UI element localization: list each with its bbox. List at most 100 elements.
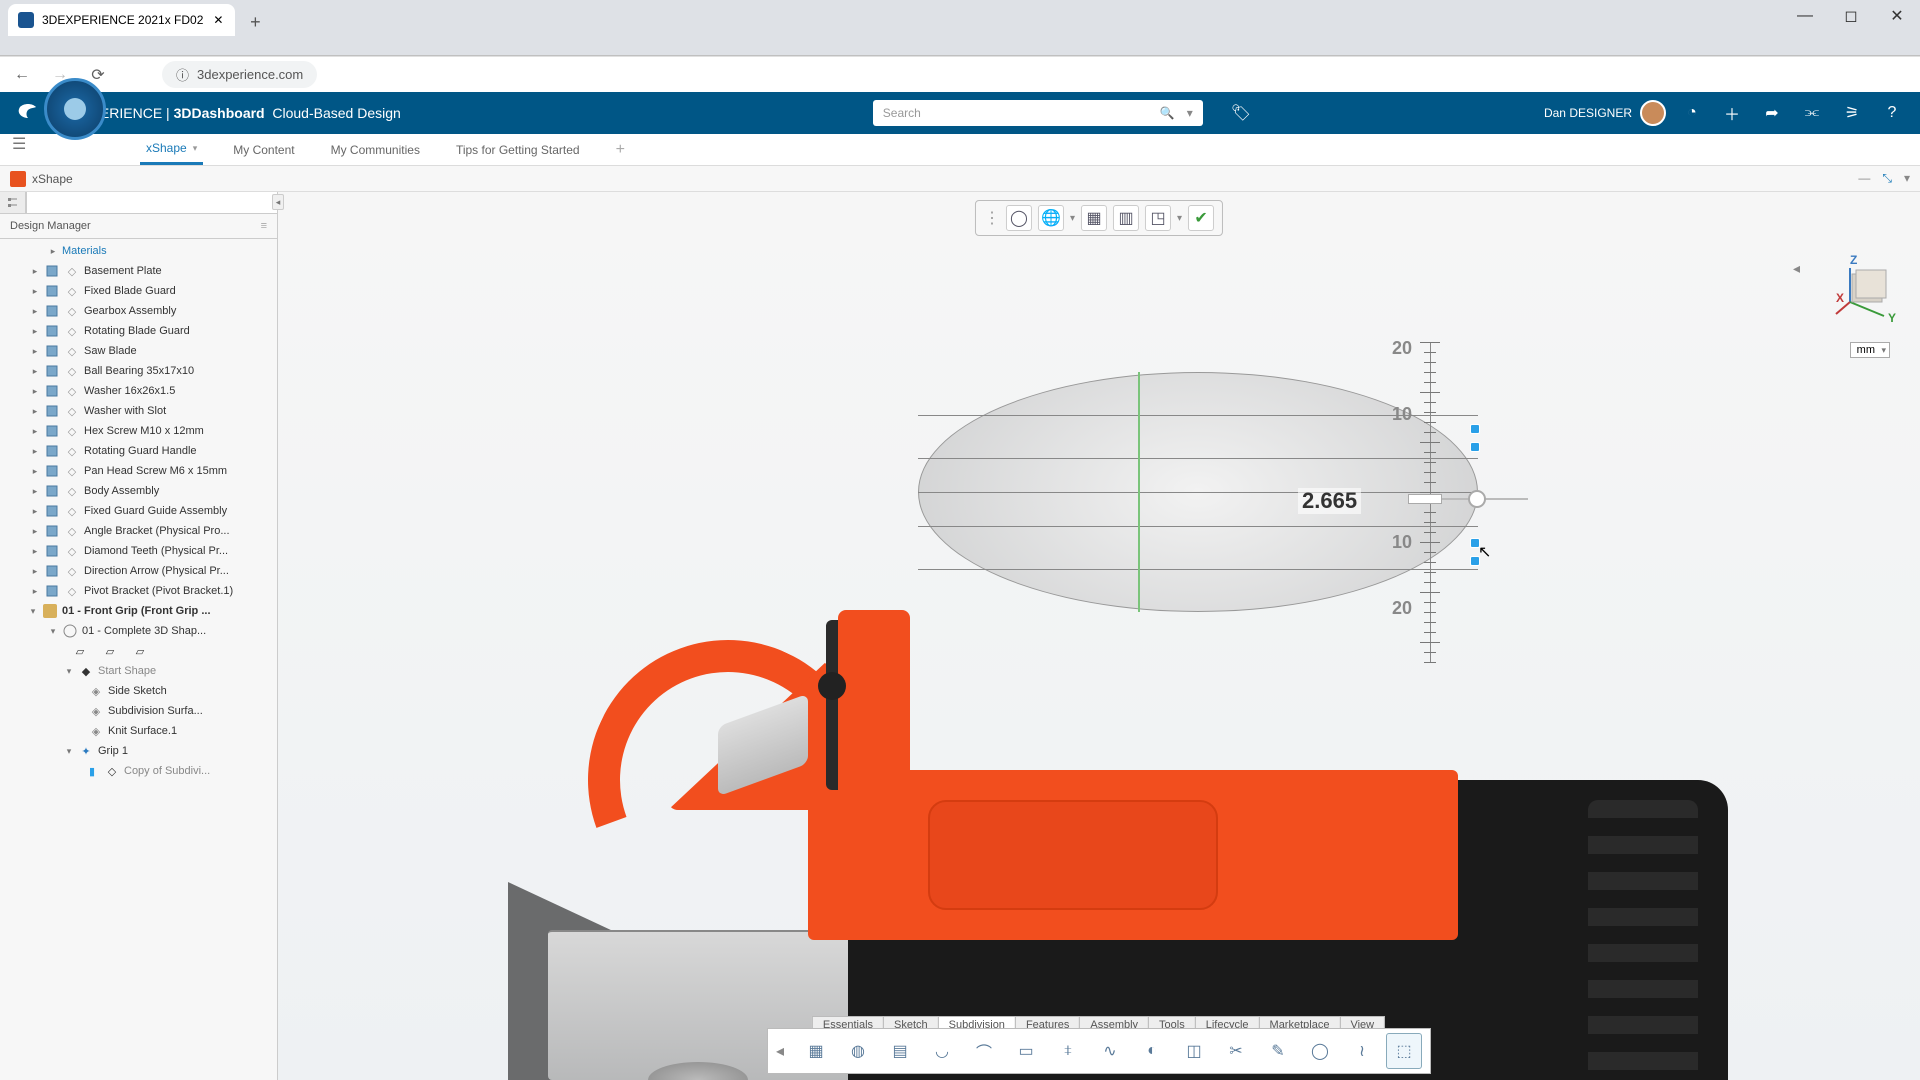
notification-icon[interactable]: ◔ xyxy=(1678,99,1706,127)
tree-filter-input[interactable] xyxy=(26,192,277,213)
expand-icon[interactable]: ▸ xyxy=(30,506,40,517)
menu-icon[interactable]: ☰ xyxy=(12,134,26,154)
tree-item[interactable]: Copy of Subdivi... xyxy=(124,765,210,777)
edit-point[interactable] xyxy=(1470,442,1480,452)
widget-minimize-icon[interactable]: — xyxy=(1858,171,1870,186)
window-close-icon[interactable]: ✕ xyxy=(1874,0,1920,32)
expand-icon[interactable]: ▸ xyxy=(30,386,40,397)
tool-primitive-box-icon[interactable]: ▦ xyxy=(798,1033,834,1069)
tree-item[interactable]: Pan Head Screw M6 x 15mm xyxy=(84,465,227,477)
search-dropdown-icon[interactable]: ▾ xyxy=(1187,106,1193,120)
compass-icon[interactable] xyxy=(44,78,106,140)
new-tab-button[interactable]: + xyxy=(241,8,269,36)
feature-tree[interactable]: ▸ Materials ▸◇Basement Plate▸◇Fixed Blad… xyxy=(0,239,277,1080)
expand-icon[interactable]: ▾ xyxy=(64,666,74,677)
tree-item[interactable]: Rotating Blade Guard xyxy=(84,325,190,337)
tree-item[interactable]: Pivot Bracket (Pivot Bracket.1) xyxy=(84,585,233,597)
add-tab-button[interactable]: + xyxy=(610,134,631,165)
tool-primitive-cyl-icon[interactable]: ◍ xyxy=(840,1033,876,1069)
tree-item[interactable]: Ball Bearing 35x17x10 xyxy=(84,365,194,377)
tree-item[interactable]: Washer 16x26x1.5 xyxy=(84,385,175,397)
edit-point[interactable] xyxy=(1470,424,1480,434)
expand-icon[interactable]: ▸ xyxy=(30,486,40,497)
tree-item[interactable]: 01 - Complete 3D Shap... xyxy=(82,625,206,637)
tree-item[interactable]: Fixed Guard Guide Assembly xyxy=(84,505,227,517)
tree-item[interactable]: Start Shape xyxy=(98,665,156,677)
tree-item[interactable]: Hex Screw M10 x 12mm xyxy=(84,425,204,437)
widget-collapse-icon[interactable]: ⤡ xyxy=(1882,171,1892,186)
tree-item[interactable]: Body Assembly xyxy=(84,485,159,497)
expand-icon[interactable]: ▸ xyxy=(30,366,40,377)
expand-icon[interactable]: ▾ xyxy=(48,626,58,637)
chevron-down-icon[interactable]: ▾ xyxy=(193,143,198,154)
tree-item[interactable]: Direction Arrow (Physical Pr... xyxy=(84,565,229,577)
expand-icon[interactable]: ▸ xyxy=(30,306,40,317)
tree-item[interactable]: Grip 1 xyxy=(98,745,128,757)
view-xz-icon[interactable]: ▱ xyxy=(132,643,148,659)
tool-revolve-icon[interactable]: ◐ xyxy=(1134,1033,1170,1069)
expand-icon[interactable]: ▸ xyxy=(30,466,40,477)
tool-bend-icon[interactable]: ⌒ xyxy=(966,1033,1002,1069)
expand-icon[interactable]: ▾ xyxy=(28,606,38,617)
tab-close-icon[interactable]: ✕ xyxy=(211,13,225,27)
tool-sweep-icon[interactable]: ∿ xyxy=(1092,1033,1128,1069)
expand-icon[interactable]: ▸ xyxy=(48,246,58,257)
help-icon[interactable]: ? xyxy=(1878,99,1906,127)
tree-item[interactable]: Basement Plate xyxy=(84,265,162,277)
browser-tab[interactable]: 3DEXPERIENCE 2021x FD02 ✕ xyxy=(8,4,235,36)
tree-materials[interactable]: Materials xyxy=(62,245,107,257)
search-icon[interactable]: 🔍 xyxy=(1160,106,1175,120)
share-arrow-icon[interactable]: ➦ xyxy=(1758,99,1786,127)
viewport-3d[interactable]: ⋮ ◯ 🌐 ▾ ▦ ▥ ◳ ▾ ✔ ◂ Z X Y mm xyxy=(278,192,1920,1080)
expand-icon[interactable]: ▸ xyxy=(30,426,40,437)
tool-loft-icon[interactable]: ⧧ xyxy=(1050,1033,1086,1069)
panel-menu-icon[interactable]: ≡ xyxy=(261,220,267,232)
tool-circle-icon[interactable]: ◯ xyxy=(1302,1033,1338,1069)
window-maximize-icon[interactable]: ◻ xyxy=(1828,0,1874,32)
nav-back-icon[interactable]: ← xyxy=(8,61,36,89)
tree-item[interactable]: Angle Bracket (Physical Pro... xyxy=(84,525,230,537)
expand-icon[interactable]: ▸ xyxy=(30,546,40,557)
address-bar[interactable]: ⓘ 3dexperience.com xyxy=(162,61,317,88)
tree-mode-icon[interactable] xyxy=(0,192,26,213)
tab-my-content[interactable]: My Content xyxy=(227,134,300,165)
apps-icon[interactable]: ⚞ xyxy=(1838,99,1866,127)
window-minimize-icon[interactable]: — xyxy=(1782,0,1828,32)
tree-item[interactable]: Gearbox Assembly xyxy=(84,305,176,317)
tool-cut-icon[interactable]: ✂ xyxy=(1218,1033,1254,1069)
measurement-value[interactable]: 2.665 xyxy=(1298,488,1361,514)
widget-menu-icon[interactable]: ▾ xyxy=(1904,171,1910,186)
expand-icon[interactable]: ▸ xyxy=(30,326,40,337)
tree-item[interactable]: Knit Surface.1 xyxy=(108,725,177,737)
view-yz-icon[interactable]: ▱ xyxy=(102,643,118,659)
expand-icon[interactable]: ▸ xyxy=(30,446,40,457)
tree-item[interactable]: Fixed Blade Guard xyxy=(84,285,176,297)
view-xy-icon[interactable]: ▱ xyxy=(72,643,88,659)
expand-icon[interactable]: ▸ xyxy=(30,266,40,277)
tree-item[interactable]: Diamond Teeth (Physical Pr... xyxy=(84,545,228,557)
ribbon-prev-icon[interactable]: ◂ xyxy=(776,1033,792,1069)
tool-knife-icon[interactable]: ✎ xyxy=(1260,1033,1296,1069)
sidebar-collapse-handle[interactable]: ◂ xyxy=(272,194,284,210)
tree-item[interactable]: Washer with Slot xyxy=(84,405,166,417)
tree-item[interactable]: Subdivision Surfa... xyxy=(108,705,203,717)
tag-icon[interactable]: 🏷 xyxy=(1227,99,1255,127)
user-menu[interactable]: Dan DESIGNER xyxy=(1544,100,1666,126)
expand-icon[interactable]: ▸ xyxy=(30,406,40,417)
expand-icon[interactable]: ▸ xyxy=(30,586,40,597)
tool-grid-icon[interactable]: ▤ xyxy=(882,1033,918,1069)
tree-item[interactable]: Saw Blade xyxy=(84,345,137,357)
tool-box-icon[interactable]: ◫ xyxy=(1176,1033,1212,1069)
tool-extrude-icon[interactable]: ▭ xyxy=(1008,1033,1044,1069)
expand-icon[interactable]: ▸ xyxy=(30,566,40,577)
expand-icon[interactable]: ▸ xyxy=(30,526,40,537)
share-icon[interactable]: ⫘ xyxy=(1798,99,1826,127)
tree-item[interactable]: 01 - Front Grip (Front Grip ... xyxy=(62,605,211,617)
search-input[interactable]: Search 🔍 ▾ xyxy=(873,100,1203,126)
add-icon[interactable]: ＋ xyxy=(1718,99,1746,127)
tree-item[interactable]: Rotating Guard Handle xyxy=(84,445,197,457)
tool-crease-icon[interactable]: ≀ xyxy=(1344,1033,1380,1069)
tab-tips[interactable]: Tips for Getting Started xyxy=(450,134,586,165)
tab-xshape[interactable]: xShape▾ xyxy=(140,134,203,165)
expand-icon[interactable]: ▾ xyxy=(64,746,74,757)
